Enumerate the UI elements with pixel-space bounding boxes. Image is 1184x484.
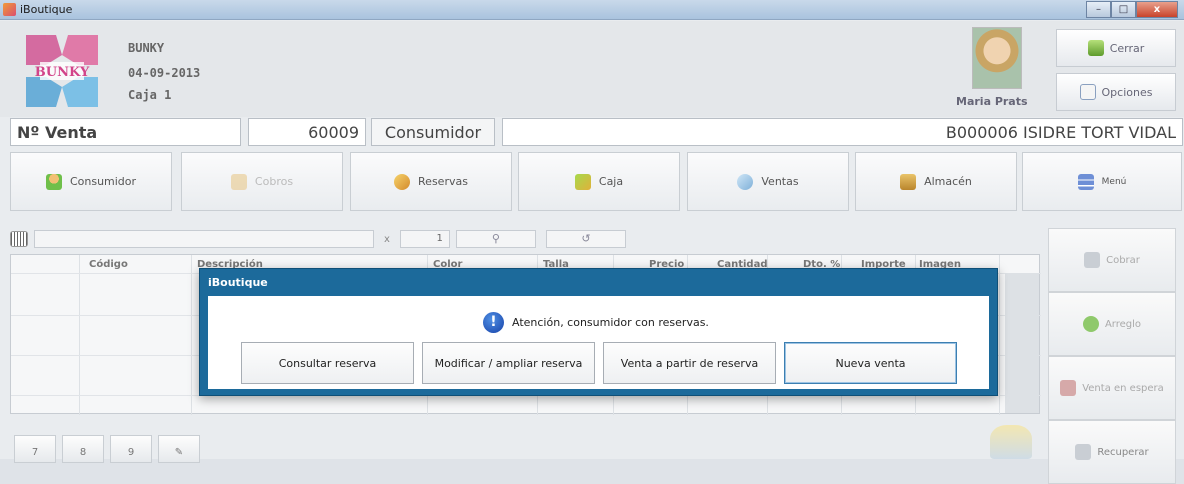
close-session-label: Cerrar [1109, 41, 1145, 55]
search-button[interactable]: ⚲ [455, 230, 536, 248]
dialog-message-row: ! Atención, consumidor con reservas. [483, 312, 709, 333]
store-name: BUNKY [128, 41, 165, 55]
coins-icon [230, 173, 247, 190]
reservation-dialog: iBoutique ! Atención, consumidor con res… [199, 268, 998, 396]
dialog-body: ! Atención, consumidor con reservas. Con… [208, 296, 989, 389]
header: BUNKY BUNKY 04-09-2013 Caja 1 Maria Prat… [0, 21, 1184, 117]
nav-reservas[interactable]: Reservas [350, 152, 512, 211]
exit-icon [1087, 40, 1104, 56]
app-window: iBoutique – □ x BUNKY BUNKY 04-09-2013 C… [0, 0, 1184, 484]
nav-label: Menú [1101, 176, 1127, 187]
user-name: Maria Prats [956, 95, 1028, 108]
needle-icon [1082, 316, 1099, 332]
venta-espera-button[interactable]: Venta en espera [1048, 356, 1176, 420]
menu-icon [1077, 173, 1094, 190]
consumer-field[interactable]: B000006 ISIDRE TORT VIDAL [502, 118, 1183, 146]
modify-reservation-button[interactable]: Modificar / ampliar reserva [422, 342, 595, 384]
nav-label: Consumidor [69, 175, 137, 188]
barcode-icon [10, 231, 28, 247]
col-codigo: Código [89, 259, 128, 270]
window-controls: – □ x [1086, 1, 1178, 18]
reset-icon: ↺ [581, 232, 591, 245]
dialog-title: iBoutique [208, 276, 268, 289]
table-scrollbar[interactable] [1005, 273, 1039, 413]
sale-from-reservation-button[interactable]: Venta a partir de reserva [603, 342, 776, 384]
search-icon: ⚲ [491, 232, 500, 245]
store-logo: BUNKY [26, 35, 98, 107]
user-avatar [972, 27, 1022, 89]
options-button[interactable]: Opciones [1056, 73, 1176, 111]
nav-label: Almacén [924, 175, 972, 188]
dialog-message: Atención, consumidor con reservas. [512, 316, 709, 329]
eraser-icon: ✎ [174, 447, 184, 458]
trash-icon[interactable] [990, 425, 1032, 459]
title-bar: iBoutique – □ x [0, 0, 1184, 20]
barcode-input[interactable] [34, 230, 374, 248]
recover-icon [1075, 444, 1092, 460]
window-title: iBoutique [20, 3, 73, 16]
reset-button[interactable]: ↺ [545, 230, 626, 248]
side-label: Cobrar [1106, 254, 1140, 266]
side-label: Recuperar [1097, 446, 1149, 458]
info-icon: ! [483, 312, 504, 333]
nav-menu[interactable]: Menú [1022, 152, 1182, 211]
store-date: 04-09-2013 [128, 66, 201, 80]
close-window-button[interactable]: x [1136, 1, 1178, 18]
register-icon [1084, 252, 1101, 268]
nav-consumidor[interactable]: Consumidor [10, 152, 172, 211]
main-nav: Consumidor Cobros Reservas Caja Ventas A… [0, 152, 1184, 212]
consult-reservation-button[interactable]: Consultar reserva [241, 342, 414, 384]
nav-almacen[interactable]: Almacén [855, 152, 1017, 211]
nav-label: Ventas [761, 175, 799, 188]
nav-caja[interactable]: Caja [518, 152, 680, 211]
times-label: x [384, 233, 390, 245]
new-sale-button[interactable]: Nueva venta [784, 342, 957, 384]
svg-text:BUNKY: BUNKY [35, 65, 90, 80]
options-icon [1079, 84, 1096, 100]
nav-label: Caja [598, 175, 624, 188]
sale-number-field[interactable]: 60009 [248, 118, 366, 146]
nav-ventas[interactable]: Ventas [687, 152, 849, 211]
tag-icon [394, 173, 411, 190]
item-toolbar: x 1 ⚲ ↺ [10, 230, 626, 248]
cash-icon [574, 173, 591, 190]
store-register: Caja 1 [128, 88, 172, 102]
sale-number-label: Nº Venta [10, 118, 241, 146]
side-label: Venta en espera [1082, 382, 1164, 394]
quantity-input[interactable]: 1 [399, 230, 450, 248]
options-label: Opciones [1101, 85, 1153, 99]
sales-icon [737, 173, 754, 190]
nav-label: Cobros [254, 175, 294, 188]
arreglo-button[interactable]: Arreglo [1048, 292, 1176, 356]
nav-label: Reservas [418, 175, 468, 188]
close-session-button[interactable]: Cerrar [1056, 29, 1176, 67]
cobrar-button[interactable]: Cobrar [1048, 228, 1176, 292]
warehouse-icon [900, 173, 917, 190]
side-label: Arreglo [1104, 318, 1142, 330]
consumer-button[interactable]: Consumidor [371, 118, 495, 146]
maximize-button[interactable]: □ [1111, 1, 1136, 18]
app-icon [3, 3, 16, 16]
minimize-button[interactable]: – [1086, 1, 1111, 18]
nav-cobros[interactable]: Cobros [181, 152, 343, 211]
hold-icon [1060, 380, 1077, 396]
recuperar-button[interactable]: Recuperar [1048, 420, 1176, 484]
person-icon [45, 173, 62, 190]
